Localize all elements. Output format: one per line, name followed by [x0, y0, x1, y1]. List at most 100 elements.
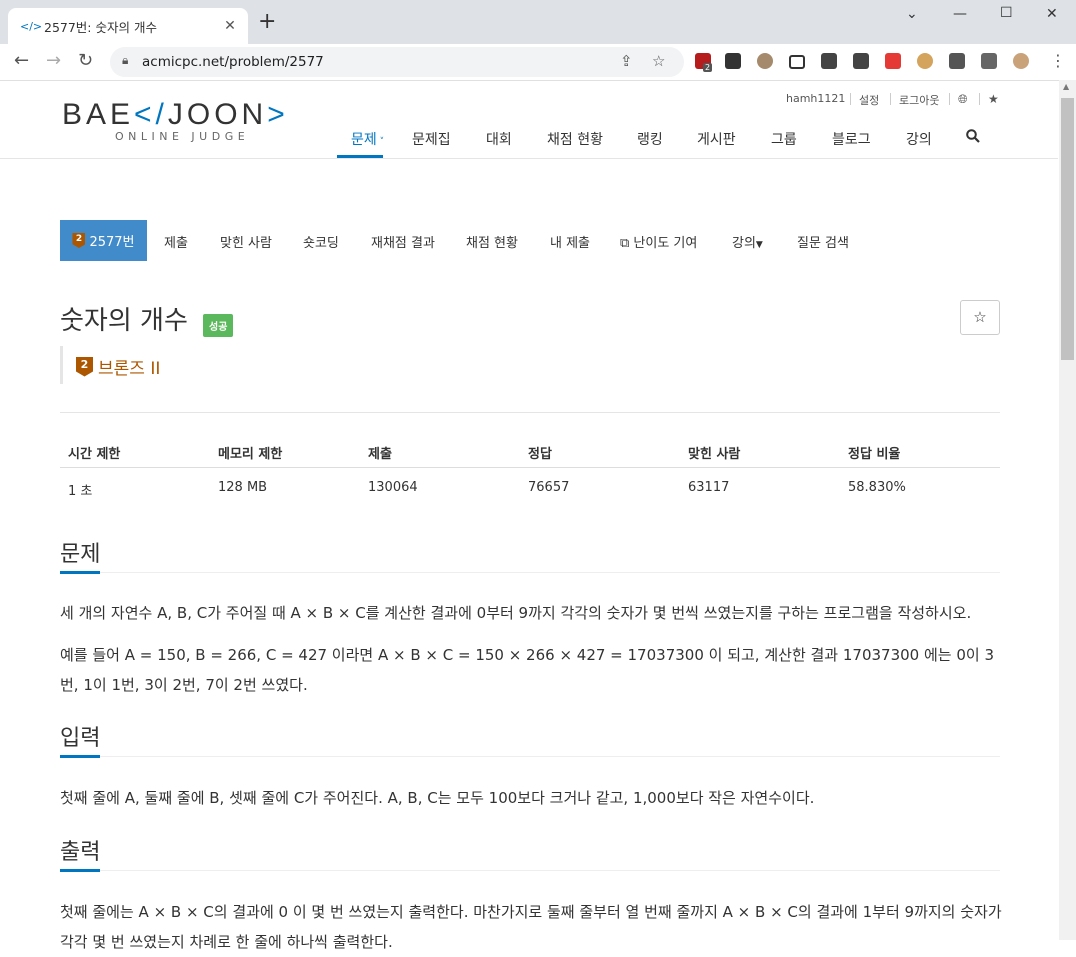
site-logo[interactable]: BAE</JOON> — [62, 98, 289, 132]
tab-difficulty-label: 난이도 기여 — [633, 236, 698, 251]
address-bar[interactable]: 🔒︎ acmicpc.net/problem/2577 ⇪ ☆ — [110, 47, 684, 77]
caret-down-icon: ▼ — [755, 240, 763, 250]
favorite-star-button[interactable]: ☆ — [960, 300, 1000, 335]
header-ratio: 정답 비율 — [848, 447, 901, 462]
site-favicon-icon: </> — [20, 19, 43, 33]
media-control-icon[interactable] — [981, 53, 997, 69]
tab-submit[interactable]: 제출 — [164, 232, 188, 251]
nav-blog[interactable]: 블로그 — [832, 129, 871, 149]
divider — [850, 93, 851, 105]
tab-solved-users[interactable]: 맞힌 사람 — [220, 232, 272, 251]
profile-avatar[interactable] — [1013, 53, 1029, 69]
back-button[interactable]: ← — [14, 50, 29, 72]
nav-lecture[interactable]: 강의 — [906, 129, 932, 149]
section-input-heading: 입력 — [60, 726, 101, 751]
problem-title: 숫자의 개수 — [60, 306, 188, 336]
tab-question-search[interactable]: 질문 검색 — [797, 232, 849, 251]
tab-status[interactable]: 채점 현황 — [466, 232, 518, 251]
tab-rejudge[interactable]: 재채점 결과 — [371, 232, 435, 251]
problem-example: 예를 들어 A = 150, B = 266, C = 427 이라면 A × … — [60, 646, 995, 694]
tier-border — [60, 346, 63, 384]
search-icon[interactable] — [966, 129, 980, 147]
nav-group[interactable]: 그룹 — [771, 129, 797, 149]
extension-badge: 2 — [703, 63, 713, 72]
chevron-down-icon[interactable]: ⌄ — [906, 6, 918, 22]
cookie-extension-icon[interactable] — [917, 53, 933, 69]
tab-lecture-label: 강의 — [732, 236, 756, 251]
table-divider — [60, 467, 1000, 468]
section-problem-heading: 문제 — [60, 542, 101, 567]
tab-short-coding[interactable]: 숏코딩 — [303, 232, 339, 251]
tab-problem[interactable]: 2 2577번 — [60, 220, 147, 261]
scroll-up-icon[interactable]: ▲ — [1063, 82, 1069, 91]
nav-problems[interactable]: 문제 ˅ — [351, 129, 384, 149]
forward-button[interactable]: → — [46, 50, 61, 72]
nav-contest[interactable]: 대회 — [486, 129, 512, 149]
reload-button[interactable]: ↻ — [78, 50, 93, 72]
tab-my-submissions[interactable]: 내 제출 — [550, 232, 590, 251]
user-link[interactable]: hamh1121 — [786, 92, 845, 105]
share-icon[interactable]: ⇪ — [620, 52, 633, 70]
close-window-button[interactable]: ✕ — [1046, 6, 1058, 22]
section-output-heading: 출력 — [60, 840, 101, 865]
header-accepted: 정답 — [528, 447, 552, 462]
pass-extension-icon[interactable] — [821, 53, 837, 69]
nav-workbook[interactable]: 문제집 — [412, 129, 451, 149]
divider — [979, 93, 980, 105]
tab-title: 2577번: 숫자의 개수 — [44, 19, 157, 35]
s-extension-icon[interactable] — [853, 53, 869, 69]
cell-ratio: 58.830% — [848, 480, 906, 495]
header-submissions: 제출 — [368, 447, 392, 462]
globe-icon[interactable]: 🌐︎ — [958, 92, 968, 107]
problem-description: 세 개의 자연수 A, B, C가 주어질 때 A × B × C를 계산한 결… — [60, 604, 972, 622]
browser-menu-icon[interactable]: ⋮ — [1050, 50, 1066, 72]
nav-status[interactable]: 채점 현황 — [547, 129, 603, 149]
caret-down-icon: ˅ — [376, 137, 385, 147]
avatar-extension-icon[interactable] — [757, 53, 773, 69]
tab-lecture[interactable]: 강의▼ — [732, 232, 763, 251]
url-text: acmicpc.net/problem/2577 — [142, 54, 324, 70]
logo-text-2: JOON — [167, 98, 268, 131]
section-underline — [60, 869, 100, 872]
tab-difficulty[interactable]: ⧉ 난이도 기여 — [620, 232, 697, 251]
new-tab-button[interactable]: + — [258, 11, 276, 33]
input-description: 첫째 줄에 A, 둘째 줄에 B, 셋째 줄에 C가 주어진다. A, B, C… — [60, 789, 815, 807]
star-icon[interactable]: ★ — [988, 92, 999, 106]
nav-ranking[interactable]: 랭킹 — [637, 129, 663, 149]
browser-tab[interactable]: </> 2577번: 숫자의 개수 ✕ — [8, 8, 248, 44]
header-divider — [0, 158, 1058, 159]
tab-close-icon[interactable]: ✕ — [220, 18, 240, 34]
bookmark-star-icon[interactable]: ☆ — [652, 52, 665, 70]
external-link-icon: ⧉ — [620, 236, 634, 251]
settings-link[interactable]: 설정 — [859, 92, 879, 108]
bronze-tier-icon: 2 — [72, 233, 86, 248]
output-description: 첫째 줄에는 A × B × C의 결과에 0 이 몇 번 쓰였는지 출력한다.… — [60, 903, 1002, 951]
cell-time-limit: 1 초 — [68, 484, 93, 499]
header-memory-limit: 메모리 제한 — [218, 447, 283, 462]
tab-problem-label: 2577번 — [89, 235, 135, 250]
divider — [60, 870, 1000, 871]
incognito-extension-icon[interactable] — [725, 53, 741, 69]
scrollbar-thumb[interactable] — [1061, 98, 1074, 360]
header-solved-users: 맞힌 사람 — [688, 447, 741, 462]
problem-tier[interactable]: 2 브론즈 II — [76, 354, 160, 379]
cell-memory-limit: 128 MB — [218, 480, 268, 495]
minimize-button[interactable]: — — [953, 6, 967, 22]
divider — [60, 572, 1000, 573]
cell-submissions: 130064 — [368, 480, 418, 495]
logout-link[interactable]: 로그아웃 — [899, 92, 939, 108]
tp-extension-icon[interactable] — [885, 53, 901, 69]
tier-label: 브론즈 II — [98, 359, 161, 379]
bronze-tier-icon: 2 — [76, 356, 93, 377]
logo-bracket-right: > — [267, 98, 289, 131]
cell-solved-users: 63117 — [688, 480, 730, 495]
nav-board[interactable]: 게시판 — [697, 129, 736, 149]
lock-icon: 🔒︎ — [122, 53, 129, 67]
cell-accepted: 76657 — [528, 480, 570, 495]
maximize-button[interactable]: ☐ — [1000, 5, 1013, 21]
pip-extension-icon[interactable] — [789, 55, 805, 69]
puzzle-extensions-icon[interactable] — [949, 53, 965, 69]
status-badge: 성공 — [203, 314, 234, 337]
divider — [60, 756, 1000, 757]
header-time-limit: 시간 제한 — [68, 447, 121, 462]
